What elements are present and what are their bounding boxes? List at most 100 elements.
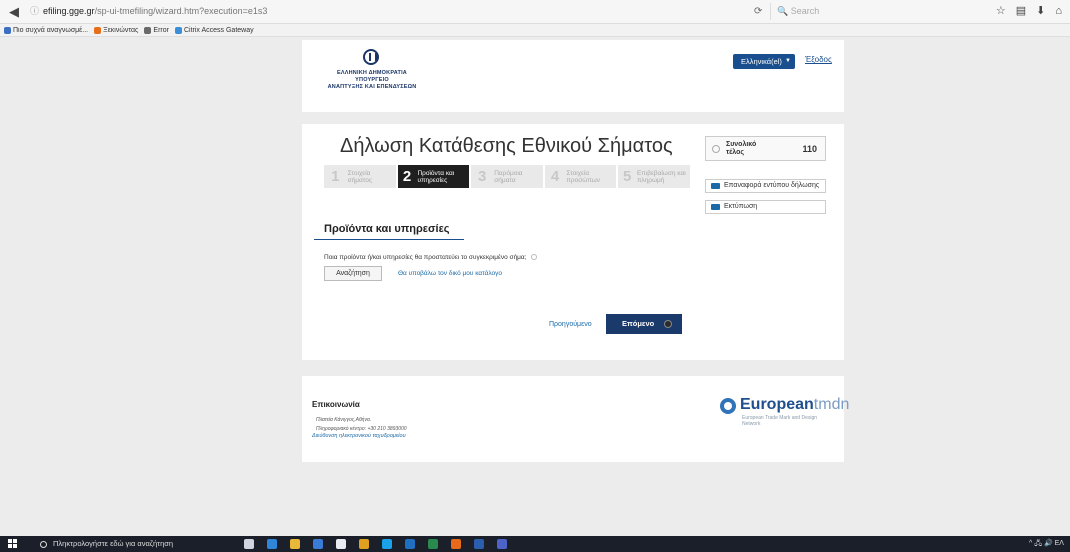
bookmark-item[interactable]: Citrix Access Gateway — [174, 26, 254, 34]
site-header: ΕΛΛΗΝΙΚΗ ΔΗΜΟΚΡΑΤΙΑ ΥΠΟΥΡΓΕΙΟ ΑΝΑΠΤΥΞΗΣ … — [302, 40, 844, 112]
toolbar-icons: ☆ ▤ ⬇ ⌂ — [996, 3, 1062, 20]
address-bar[interactable]: ⓘ efiling.gge.gr/sp-ui-tmefiling/wizard.h… — [26, 3, 626, 20]
back-icon[interactable]: ◀ — [6, 4, 22, 20]
store-icon[interactable] — [313, 539, 323, 549]
wizard-step-4[interactable]: 4 Στοιχεία προσώπων — [544, 165, 617, 188]
bookmark-favicon-icon — [94, 26, 102, 34]
bookmark-label: Citrix Access Gateway — [183, 26, 254, 34]
section-title: Προϊόντα και υπηρεσίες — [314, 220, 464, 240]
bookmarks-bar: Πιο συχνά αναγνωσμέ... Ξεκινώντας Error Cit… — [0, 24, 1070, 37]
wizard-step-5[interactable]: 5 Επιβεβαίωση και πληρωμή — [618, 165, 690, 188]
taskbar-search[interactable]: Πληκτρολογήστε εδώ για αναζήτηση — [40, 539, 173, 548]
org-line-2: ΥΠΟΥΡΓΕΙΟ — [355, 77, 389, 83]
printer-icon — [711, 204, 720, 210]
fee-info-icon — [712, 145, 720, 153]
wizard-steps: 1 Στοιχεία σήματος 2 Προϊόντα και υπηρεσίες… — [324, 165, 690, 188]
step-number: 5 — [622, 168, 632, 185]
language-dropdown[interactable]: Ελληνικά(el) ▼ — [733, 54, 795, 69]
edge-icon[interactable] — [267, 539, 277, 549]
firefox-icon[interactable] — [451, 539, 461, 549]
wizard-step-2[interactable]: 2 Προϊόντα και υπηρεσίες — [397, 165, 470, 188]
language-label: Ελληνικά(el) — [741, 57, 782, 66]
browser-toolbar: ◀ ⓘ efiling.gge.gr/sp-ui-tmefiling/wizard… — [0, 0, 1070, 24]
bookmark-favicon-icon — [144, 26, 152, 34]
step-number: 1 — [331, 168, 340, 185]
bookmark-favicon-icon — [4, 26, 11, 34]
taskbar-apps — [244, 539, 507, 549]
step-label: Προϊόντα και υπηρεσίες — [417, 169, 455, 184]
question-text: Ποια προϊόντα ή/και υπηρεσίες θα προστατ… — [324, 254, 527, 261]
wizard-panel: Δήλωση Κατάθεσης Εθνικού Σήματος Συνολικ… — [302, 124, 844, 360]
skype-icon[interactable] — [382, 539, 392, 549]
tmdn-emblem-icon — [720, 398, 736, 414]
arrow-right-icon — [664, 320, 672, 328]
total-fee-box: Συνολικό τέλος 110 — [705, 136, 826, 161]
browser-search-input[interactable]: 🔍 Search — [770, 3, 950, 20]
reload-icon[interactable]: ⟳ — [754, 3, 768, 20]
search-placeholder: Search — [790, 6, 820, 16]
org-line-3: ΑΝΑΠΤΥΞΗΣ ΚΑΙ ΕΠΕΝΔΥΣΕΩΝ — [327, 84, 417, 90]
wizard-step-3[interactable]: 3 Παρόμοια σήματα — [471, 165, 543, 188]
contact-phone: Πληροφοριακό κέντρο: +30 210 3893000 — [316, 426, 407, 432]
chrome-icon[interactable] — [359, 539, 369, 549]
print-button[interactable]: Εκτύπωση — [705, 200, 826, 214]
coat-of-arms-icon — [363, 49, 379, 65]
bookmark-item[interactable]: Ξεκινώντας — [94, 26, 139, 34]
total-fee-label: Συνολικό τέλος — [726, 141, 757, 156]
mail-icon[interactable] — [336, 539, 346, 549]
info-icon[interactable]: ⓘ — [30, 6, 39, 16]
contact-title: Επικοινωνία — [312, 400, 360, 409]
windows-taskbar: Πληκτρολογήστε εδώ για αναζήτηση ^ 🖧 🔊 Ε… — [0, 536, 1070, 552]
print-label: Εκτύπωση — [724, 203, 758, 210]
reprint-label: Επαναφορά εντύπου δήλωσης — [724, 182, 820, 189]
step-label: Στοιχεία σήματος — [347, 169, 373, 184]
reprint-form-button[interactable]: Επαναφορά εντύπου δήλωσης — [705, 179, 826, 193]
teams-icon[interactable] — [497, 539, 507, 549]
wizard-step-1[interactable]: 1 Στοιχεία σήματος — [324, 165, 396, 188]
bookmark-star-icon[interactable]: ☆ — [996, 3, 1006, 20]
tmdn-logo[interactable]: Europeantmdn European Trade Mark and Des… — [720, 396, 849, 436]
tmdn-subtitle: European Trade Mark and Design Network — [742, 415, 818, 427]
excel-icon[interactable] — [428, 539, 438, 549]
contact-email-link[interactable]: Διεύθυνση ηλεκτρονικού ταχυδρομείου — [312, 433, 406, 439]
step-label: Στοιχεία προσώπων — [566, 169, 600, 184]
step-number: 3 — [478, 168, 487, 185]
reload-form-icon — [711, 183, 720, 189]
exit-link[interactable]: Έξοδος — [805, 55, 832, 64]
taskbar-search-placeholder: Πληκτρολογήστε εδώ για αναζήτηση — [53, 539, 174, 548]
page-title: Δήλωση Κατάθεσης Εθνικού Σήματος — [340, 135, 673, 157]
tmdn-name: Europeantmdn — [740, 396, 849, 414]
word-icon[interactable] — [474, 539, 484, 549]
windows-start-icon[interactable] — [8, 539, 18, 549]
next-label: Επόμενο — [622, 319, 655, 328]
total-fee-value: 110 — [802, 144, 817, 154]
help-icon[interactable] — [530, 254, 537, 261]
upload-own-list-link[interactable]: Θα υποβάλω τον δικό μου κατάλογο — [398, 270, 502, 277]
bookmark-label: Ξεκινώντας — [103, 26, 139, 34]
task-view-icon[interactable] — [244, 539, 254, 549]
bookmark-label: Error — [153, 26, 169, 34]
bookmark-item[interactable]: Πιο συχνά αναγνωσμέ... — [4, 26, 89, 34]
home-icon[interactable]: ⌂ — [1055, 3, 1062, 20]
url-path: /sp-ui-tmefiling/wizard.htm?execution=e1… — [94, 6, 268, 16]
url-domain: efiling.gge.gr — [43, 6, 95, 16]
outlook-icon[interactable] — [405, 539, 415, 549]
search-button[interactable]: Αναζήτηση — [324, 266, 382, 281]
system-tray[interactable]: ^ 🖧 🔊 ΕΛ — [1029, 539, 1064, 550]
step-label: Επιβεβαίωση και πληρωμή — [636, 169, 686, 184]
site-footer: Επικοινωνία Πλατεία Κάνιγγος,Αθήνα. Πληρ… — [302, 376, 849, 462]
bookmark-label: Πιο συχνά αναγνωσμέ... — [13, 26, 89, 34]
contact-address: Πλατεία Κάνιγγος,Αθήνα. — [316, 417, 372, 423]
bookmark-item[interactable]: Error — [144, 26, 169, 34]
search-icon — [40, 540, 47, 548]
download-icon[interactable]: ⬇ — [1036, 3, 1045, 20]
previous-link[interactable]: Προηγούμενο — [549, 321, 592, 328]
next-button[interactable]: Επόμενο — [606, 314, 682, 334]
step-label: Παρόμοια σήματα — [494, 169, 523, 184]
tmdn-name-light: tmdn — [813, 396, 850, 413]
products-question: Ποια προϊόντα ή/και υπηρεσίες θα προστατ… — [324, 254, 537, 261]
org-line-1: ΕΛΛΗΝΙΚΗ ΔΗΜΟΚΡΑΤΙΑ — [337, 70, 407, 76]
step-number: 4 — [550, 168, 560, 185]
library-icon[interactable]: ▤ — [1016, 3, 1026, 20]
file-explorer-icon[interactable] — [290, 539, 300, 549]
